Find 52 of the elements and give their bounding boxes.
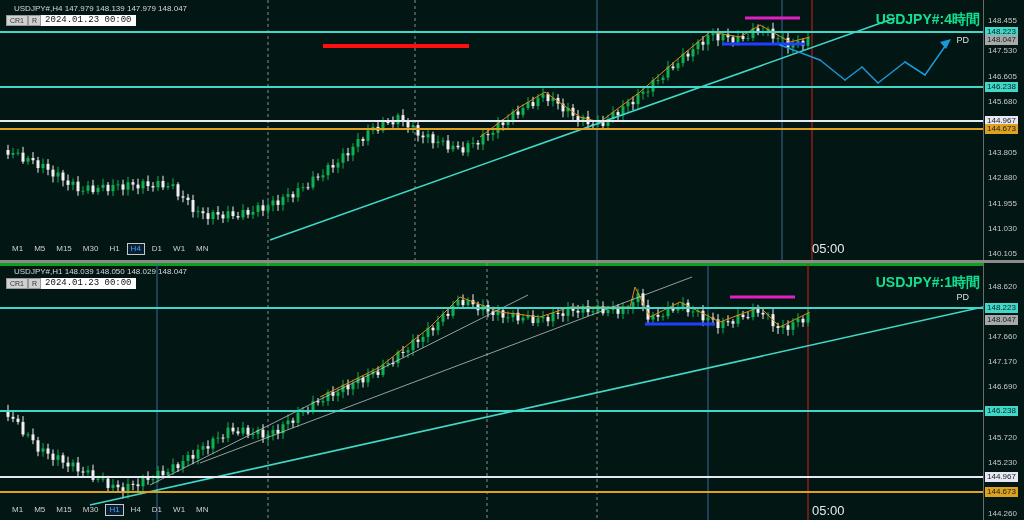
date-field[interactable]: 2024.01.23 00:00	[41, 15, 136, 26]
price-tag: 148.047	[985, 35, 1018, 46]
timeframe-button[interactable]: H1	[105, 504, 124, 516]
timeframe-button[interactable]: H4	[126, 243, 145, 255]
timeframe-button[interactable]: H4	[126, 504, 145, 516]
price-tag: 144.673	[985, 487, 1018, 498]
timeframe-button[interactable]: W1	[169, 243, 190, 255]
timeframe-button[interactable]: MN	[192, 504, 213, 516]
axis-label: 148.455	[988, 17, 1017, 25]
axis-label: 145.230	[988, 459, 1017, 468]
timeframe-button[interactable]: M5	[30, 243, 50, 255]
timeframe-button[interactable]: M30	[78, 504, 103, 516]
price-tag: 144.967	[985, 471, 1018, 482]
axis-label: 146.690	[988, 383, 1017, 392]
axis-label: 141.030	[988, 225, 1017, 234]
axis-label: 147.660	[988, 332, 1017, 341]
timeframe-button[interactable]: M15	[52, 243, 76, 255]
timeframe-button[interactable]: MN	[192, 243, 213, 255]
axis-label: 144.260	[988, 509, 1017, 518]
axis-label: 141.955	[988, 199, 1017, 208]
chart-note: PD	[956, 293, 969, 302]
axis-label: 145.680	[988, 97, 1017, 106]
axis-label: 146.605	[988, 72, 1017, 81]
price-tag: 148.223	[985, 302, 1018, 313]
price-tag: 144.673	[985, 124, 1018, 135]
timeframe-button[interactable]: M30	[78, 243, 103, 255]
time-label: 05:00	[812, 242, 845, 255]
axis-label: 147.170	[988, 358, 1017, 367]
timeframe-button[interactable]: W1	[169, 504, 190, 516]
timeframe-button[interactable]: M5	[30, 504, 50, 516]
price-tag: 148.047	[985, 314, 1018, 325]
chart-title: USDJPY#:1時間	[875, 275, 980, 289]
axis-label: 143.805	[988, 149, 1017, 158]
timeframe-button[interactable]: M1	[8, 243, 28, 255]
chart-note: PD	[956, 36, 969, 45]
timeframe-button[interactable]: M15	[52, 504, 76, 516]
axis-label: 142.880	[988, 174, 1017, 183]
axis-label: 140.105	[988, 250, 1017, 259]
timeframe-button[interactable]: D1	[147, 243, 167, 255]
chart-header: USDJPY#,H4 147.979 148.139 147.979 148.047	[14, 5, 188, 13]
axis-label: 145.720	[988, 433, 1017, 442]
date-field[interactable]: 2024.01.23 00:00	[41, 278, 136, 289]
axis-label: 148.620	[988, 283, 1017, 291]
price-tag: 146.238	[985, 405, 1018, 416]
price-tag: 146.238	[985, 81, 1018, 92]
axis-label: 147.530	[988, 47, 1017, 56]
time-label: 05:00	[812, 504, 845, 517]
timeframe-button[interactable]: D1	[147, 504, 167, 516]
chart-header: USDJPY#,H1 148.039 148.050 148.029 148.047	[14, 268, 188, 276]
chart-title: USDJPY#:4時間	[875, 12, 980, 26]
timeframe-button[interactable]: M1	[8, 504, 28, 516]
timeframe-button[interactable]: H1	[105, 243, 124, 255]
